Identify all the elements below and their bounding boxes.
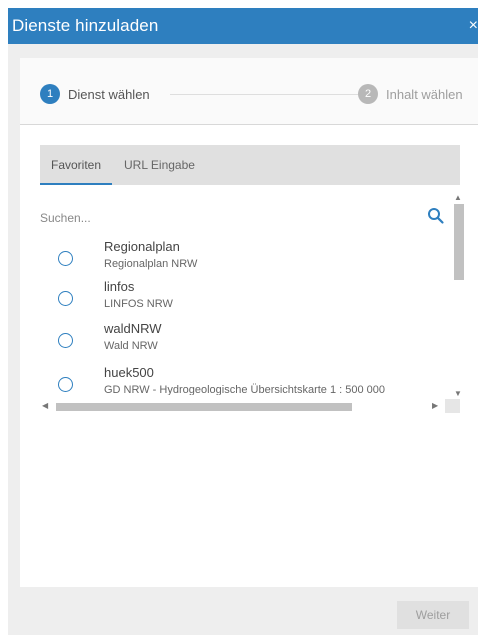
search-input[interactable]: [40, 207, 420, 229]
radio-button[interactable]: [58, 251, 73, 266]
service-name: Regionalplan: [104, 239, 180, 254]
service-description: Wald NRW: [104, 340, 158, 352]
radio-button[interactable]: [58, 333, 73, 348]
tab-favorites[interactable]: Favoriten: [40, 145, 112, 185]
dialog-title: Dienste hinzuladen: [12, 16, 159, 35]
radio-button[interactable]: [58, 291, 73, 306]
next-button[interactable]: Weiter: [397, 601, 469, 629]
service-list: Regionalplan Regionalplan NRW linfos LIN…: [40, 235, 446, 395]
step-connector: [170, 94, 364, 95]
list-item[interactable]: waldNRW Wald NRW: [40, 319, 446, 361]
radio-button[interactable]: [58, 377, 73, 392]
dialog-footer: Weiter: [8, 587, 478, 635]
step-number: 2: [358, 84, 378, 104]
step-label: Inhalt wählen: [386, 87, 463, 102]
content-panel: Favoriten URL Eingabe Regionalplan Regio…: [20, 125, 478, 587]
close-icon[interactable]: ×: [469, 17, 478, 35]
list-item[interactable]: Regionalplan Regionalplan NRW: [40, 235, 446, 277]
service-description: GD NRW - Hydrogeologische Übersichtskart…: [104, 384, 386, 395]
service-description: LINFOS NRW: [104, 298, 173, 310]
dialog-titlebar: Dienste hinzuladen ×: [8, 8, 478, 44]
scroll-left-icon[interactable]: ◀: [42, 401, 48, 410]
vertical-scrollbar[interactable]: ▲ ▼: [452, 193, 464, 413]
stepper: 1 Dienst wählen 2 Inhalt wählen: [20, 58, 478, 125]
scroll-up-icon[interactable]: ▲: [454, 193, 462, 202]
service-description: Regionalplan NRW: [104, 258, 198, 270]
scrollbar-thumb[interactable]: [454, 204, 464, 280]
list-item[interactable]: linfos LINFOS NRW: [40, 277, 446, 319]
scroll-right-icon[interactable]: ▶: [432, 401, 438, 410]
horizontal-scrollbar[interactable]: ◀ ▶: [40, 401, 460, 413]
search-row: [40, 207, 444, 231]
list-item[interactable]: huek500 GD NRW - Hydrogeologische Übersi…: [40, 361, 446, 395]
step-number: 1: [40, 84, 60, 104]
scroll-down-icon[interactable]: ▼: [454, 389, 462, 398]
step-label: Dienst wählen: [68, 87, 150, 102]
tab-url-input[interactable]: URL Eingabe: [124, 145, 195, 185]
tab-bar: Favoriten URL Eingabe: [40, 145, 460, 185]
service-name: linfos: [104, 279, 135, 294]
scrollbar-thumb[interactable]: [56, 403, 352, 411]
service-name: waldNRW: [104, 321, 162, 336]
scrollbar-corner: [445, 399, 460, 413]
add-services-dialog: Dienste hinzuladen × 1 Dienst wählen 2 I…: [8, 8, 478, 635]
service-name: huek500: [104, 365, 154, 380]
search-icon[interactable]: [427, 207, 445, 225]
